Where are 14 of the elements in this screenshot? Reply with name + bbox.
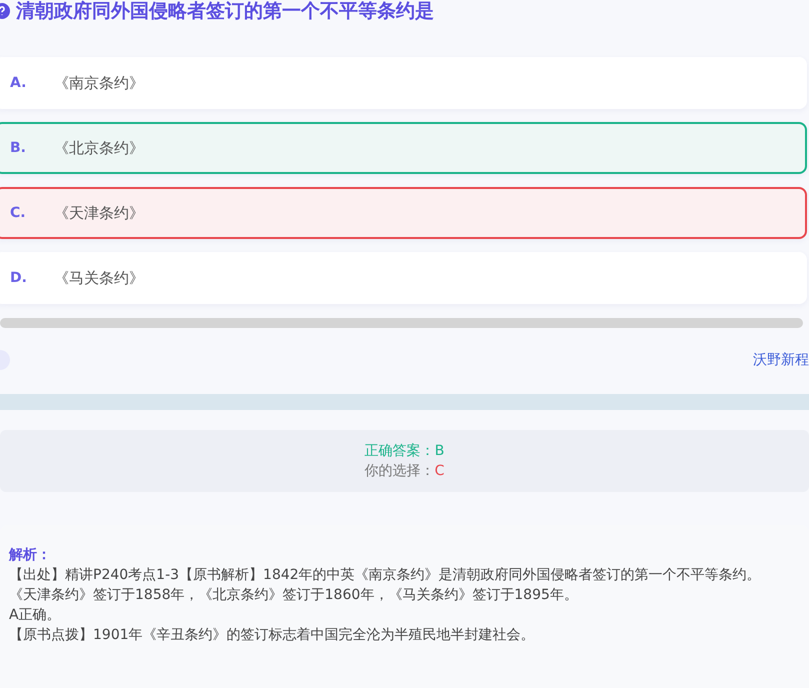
correct-answer: 正确答案：B xyxy=(364,443,444,459)
analysis-text: 《天津条约》签订于1858年，《北京条约》签订于1860年，《马关条约》签订于1895年。 xyxy=(9,586,579,605)
answer-option[interactable]: A. 《南京条约》 xyxy=(0,57,807,109)
question-title: 清朝政府同外国侵略者签订的第一个不平等条约是 xyxy=(16,0,434,22)
answer-option[interactable]: B. 《北京条约》 xyxy=(0,122,807,174)
analysis-heading: 解析： xyxy=(9,546,51,565)
analysis-text: A正确。 xyxy=(9,606,62,625)
scrollbar[interactable] xyxy=(0,318,803,328)
brand-link[interactable]: 沃野新程 xyxy=(753,351,809,369)
answer-option[interactable]: D. 《马关条约》 xyxy=(0,252,807,304)
analysis-text: 【出处】精讲P240考点1-3【原书解析】1842年的中英《南京条约》是清朝政府同外国侵略者签订的第一个不平等条约。 xyxy=(9,566,762,585)
answer-option[interactable]: C. 《天津条约》 xyxy=(0,187,807,239)
your-choice: 你的选择：C xyxy=(364,463,444,479)
analysis-text: 【原书点拨】1901年《辛丑条约》的签订标志着中国完全沦为半殖民地半封建社会。 xyxy=(9,626,536,645)
